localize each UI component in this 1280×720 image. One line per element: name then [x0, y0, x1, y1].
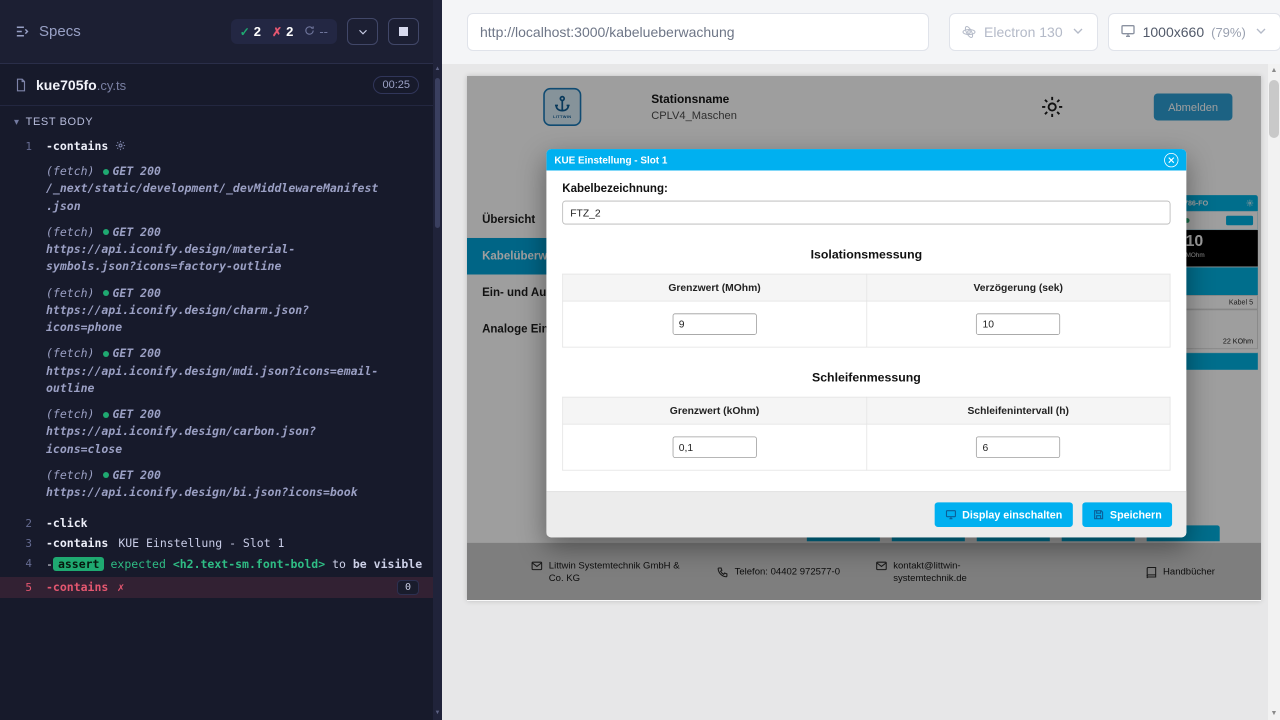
status-dot-icon: [103, 412, 109, 418]
cross-icon: ✗: [272, 25, 282, 39]
save-button[interactable]: Speichern: [1082, 502, 1172, 527]
status-dot-icon: [103, 169, 109, 175]
status-dot-icon: [103, 351, 109, 357]
stat-pending: --: [304, 24, 328, 39]
viewport-icon: [1120, 23, 1136, 42]
fetch-log[interactable]: (fetch)GET 200 https://api.iconify.desig…: [46, 345, 423, 397]
fetch-log[interactable]: (fetch)GET 200 https://api.iconify.desig…: [46, 406, 423, 458]
refresh-icon: [304, 24, 315, 39]
command-contains-failed: -contains: [46, 580, 108, 595]
fetch-log[interactable]: (fetch)GET 200 /_next/static/development…: [46, 163, 423, 215]
fail-x-icon: ✗: [117, 580, 124, 595]
test-body-toggle[interactable]: ▾ TEST BODY: [0, 106, 433, 134]
stop-tests-button[interactable]: [388, 18, 419, 45]
cable-name-input[interactable]: [562, 201, 1170, 225]
modal-actions: Display einschalten Speichern: [546, 491, 1186, 537]
loop-interval-input[interactable]: [976, 436, 1060, 457]
command-row[interactable]: 3 -containsKUE Einstellung - Slot 1: [0, 533, 433, 553]
iso-limit-input[interactable]: [672, 313, 756, 334]
command-row-assert[interactable]: 4 -assertexpected <h2.text-sm.font-bold>…: [0, 553, 433, 577]
screen: Specs ✓2 ✗2 -- kue705fo.cy.ts 00:25 ▾ TE…: [0, 0, 1280, 720]
command-row-failed[interactable]: 5 -contains ✗ 0: [0, 577, 433, 598]
cypress-reporter: Specs ✓2 ✗2 -- kue705fo.cy.ts 00:25 ▾ TE…: [0, 0, 433, 720]
collapse-all-button[interactable]: [347, 18, 378, 45]
column-header: Grenzwert (kOhm): [563, 397, 867, 424]
status-dot-icon: [103, 290, 109, 296]
specs-label: Specs: [39, 23, 81, 40]
scrollbar-thumb[interactable]: [1269, 80, 1279, 138]
scroll-down-icon[interactable]: ▼: [433, 710, 442, 716]
check-icon: ✓: [240, 25, 250, 39]
modal-body: Kabelbezeichnung: Isolationsmessung Gren…: [546, 170, 1186, 537]
spec-file-icon: [14, 78, 28, 92]
modal-title: KUE Einstellung - Slot 1: [554, 154, 667, 165]
spec-name: kue705fo.cy.ts: [36, 77, 126, 93]
app-frame: LITTWIN Stationsname CPLV4_Maschen Abmel…: [467, 76, 1261, 601]
command-row[interactable]: 2 -click: [0, 513, 433, 533]
command-row[interactable]: 1 -contains (fetch)GET 200 /_next/static…: [0, 136, 433, 513]
chevron-down-icon: [1253, 23, 1269, 42]
loop-section-title: Schleifenmessung: [562, 371, 1170, 385]
command-click: -click: [46, 516, 88, 530]
assert-element: <h2.text-sm.font-bold>: [173, 557, 325, 571]
scroll-down-icon[interactable]: ▼: [1268, 710, 1280, 717]
loop-limit-input[interactable]: [672, 436, 756, 457]
command-contains: -contains: [46, 139, 108, 153]
retry-count-badge: 0: [397, 580, 419, 595]
reporter-header: Specs ✓2 ✗2 --: [0, 0, 433, 64]
fetch-log[interactable]: (fetch)GET 200 https://api.iconify.desig…: [46, 467, 423, 502]
loop-table: Grenzwert (kOhm) Schleifenintervall (h): [562, 397, 1170, 471]
reporter-scrollbar[interactable]: ▲ ▼: [433, 0, 442, 720]
electron-icon: [961, 24, 977, 40]
specs-menu-icon: [14, 23, 31, 40]
save-icon: [1092, 509, 1104, 521]
fetch-log[interactable]: (fetch)GET 200 https://api.iconify.desig…: [46, 285, 423, 337]
address-bar: Electron 130 1000x660 (79%): [442, 0, 1280, 64]
scroll-up-icon[interactable]: ▲: [433, 66, 442, 72]
column-header: Verzögerung (sek): [866, 274, 1170, 301]
command-argument: KUE Einstellung - Slot 1: [118, 536, 284, 550]
browser-select[interactable]: Electron 130: [949, 13, 1098, 51]
chevron-down-icon: [1070, 23, 1086, 42]
isolation-table: Grenzwert (MOhm) Verzögerung (sek): [562, 274, 1170, 348]
monitor-icon: [945, 509, 957, 521]
iso-delay-input[interactable]: [976, 313, 1060, 334]
spec-timer: 00:25: [373, 76, 419, 94]
scroll-up-icon[interactable]: ▲: [1268, 67, 1280, 74]
assert-badge: assert: [53, 557, 105, 571]
command-contains: -contains: [46, 536, 108, 550]
column-header: Schleifenintervall (h): [866, 397, 1170, 424]
column-header: Grenzwert (MOhm): [563, 274, 867, 301]
test-stats[interactable]: ✓2 ✗2 --: [231, 19, 337, 44]
stat-passed: ✓2: [240, 24, 261, 39]
gear-icon: [115, 140, 126, 154]
stop-icon: [399, 27, 408, 36]
kue-app: LITTWIN Stationsname CPLV4_Maschen Abmel…: [467, 76, 1261, 600]
url-input[interactable]: [467, 13, 929, 51]
fetch-log[interactable]: (fetch)GET 200 https://api.iconify.desig…: [46, 224, 423, 276]
viewport-select[interactable]: 1000x660 (79%): [1108, 13, 1280, 51]
aut-viewport: LITTWIN Stationsname CPLV4_Maschen Abmel…: [442, 64, 1268, 720]
command-log: 1 -contains (fetch)GET 200 /_next/static…: [0, 134, 433, 720]
isolation-section-title: Isolationsmessung: [562, 248, 1170, 262]
modal-title-bar: KUE Einstellung - Slot 1: [546, 149, 1186, 170]
aut-scrollbar[interactable]: ▲ ▼: [1268, 64, 1280, 720]
zoom-level: (79%): [1211, 25, 1246, 40]
close-icon[interactable]: [1164, 153, 1178, 167]
status-dot-icon: [103, 229, 109, 235]
stat-failed: ✗2: [272, 24, 293, 39]
specs-toggle[interactable]: Specs: [14, 23, 81, 40]
scrollbar-thumb[interactable]: [435, 78, 440, 228]
spec-file-row[interactable]: kue705fo.cy.ts 00:25: [0, 64, 433, 106]
chevron-down-icon: [356, 25, 370, 39]
aut-panel: Electron 130 1000x660 (79%) LITTWIN: [442, 0, 1280, 720]
cable-name-label: Kabelbezeichnung:: [562, 182, 1170, 195]
caret-down-icon: ▾: [14, 117, 20, 128]
display-on-button[interactable]: Display einschalten: [934, 502, 1072, 527]
kue-settings-modal: KUE Einstellung - Slot 1 Kabelbezeichnun…: [546, 149, 1186, 537]
status-dot-icon: [103, 472, 109, 478]
